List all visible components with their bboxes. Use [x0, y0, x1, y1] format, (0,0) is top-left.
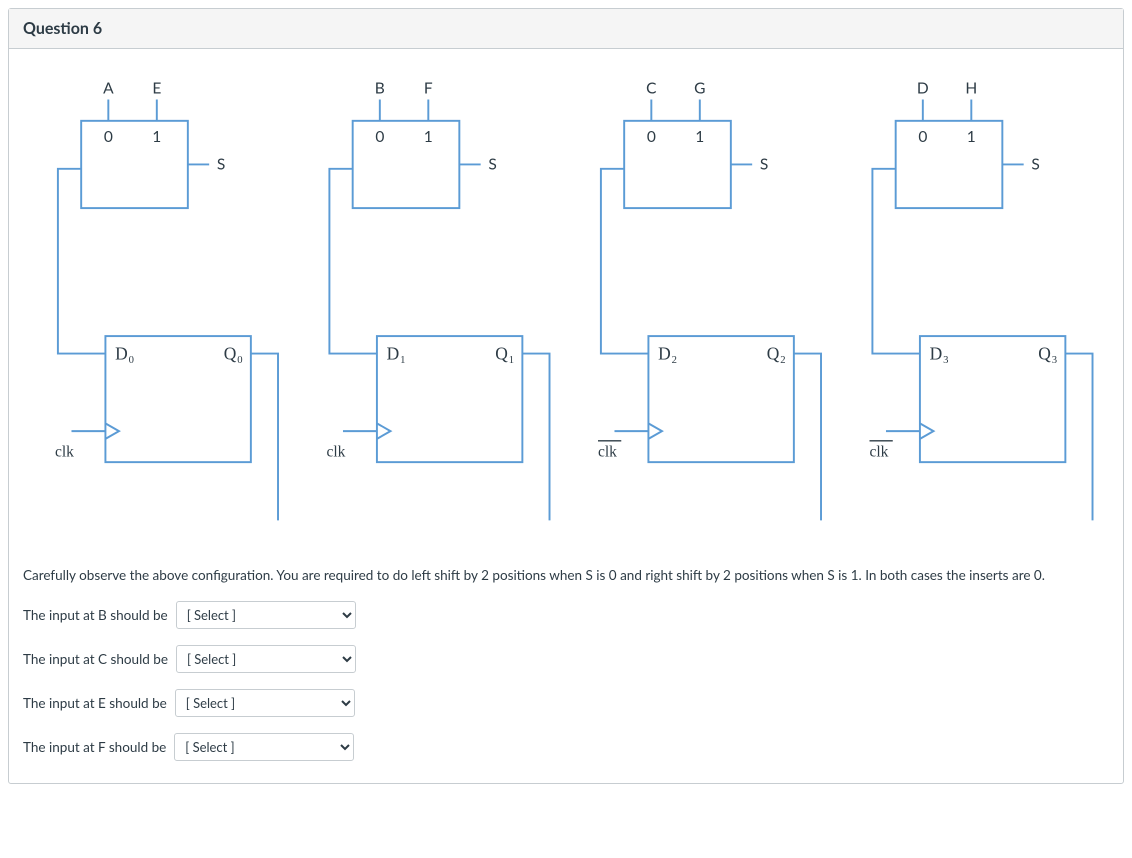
select-c[interactable]: [ Select ] — [176, 645, 356, 673]
prompt-c-label: The input at C should be — [23, 651, 168, 667]
mux-in0: 0 — [375, 128, 384, 146]
wire-q-out — [794, 354, 821, 521]
mux-sel: S — [217, 155, 225, 173]
mux-box — [353, 121, 460, 208]
wire-q-out — [522, 354, 549, 521]
ff-d-sub: 1 — [400, 355, 405, 366]
clk-triangle-icon — [920, 423, 934, 439]
clk-triangle-icon — [377, 423, 391, 439]
mux-sel: S — [488, 155, 496, 173]
mux-in0: 0 — [104, 128, 113, 146]
ff-q-sub: 1 — [509, 355, 514, 366]
ff-d-label: D — [658, 343, 671, 363]
ff-q-sub: 3 — [1052, 355, 1057, 366]
select-e[interactable]: [ Select ] — [175, 689, 355, 717]
mux-top-b: E — [152, 80, 161, 98]
prompt-row-e: The input at E should be [ Select ] — [23, 689, 1109, 717]
mux-in1: 1 — [967, 128, 976, 146]
ff-q-sub: 2 — [780, 355, 785, 366]
mux-top-b: H — [965, 80, 977, 98]
mux-box — [896, 121, 1003, 208]
ff-d-sub: 2 — [672, 355, 677, 366]
mux-sel: S — [1031, 155, 1039, 173]
stage-3: DH01SD3Q3clk — [869, 80, 1092, 521]
prompt-f-label: The input at F should be — [23, 739, 166, 755]
prompt-row-c: The input at C should be [ Select ] — [23, 645, 1109, 673]
ff-q-label: Q — [1038, 343, 1051, 363]
ff-clk-label: clk — [598, 443, 617, 460]
select-b[interactable]: [ Select ] — [176, 601, 356, 629]
prompt-e-label: The input at E should be — [23, 695, 167, 711]
stage-2: CG01SD2Q2clk — [598, 80, 821, 521]
mux-top-a: C — [646, 80, 657, 98]
ff-clk-label: clk — [869, 443, 888, 460]
ff-clk-label: clk — [326, 443, 345, 460]
ff-d-sub: 3 — [943, 355, 948, 366]
mux-in1: 1 — [695, 128, 704, 146]
select-f[interactable]: [ Select ] — [174, 733, 354, 761]
wire-q-out — [1065, 354, 1092, 521]
mux-box — [624, 121, 731, 208]
mux-in0: 0 — [647, 128, 656, 146]
mux-top-a: B — [375, 80, 385, 98]
ff-d-sub: 0 — [129, 355, 134, 366]
stage-0: AE01SD0Q0clk — [55, 80, 278, 521]
ff-q-label: Q — [224, 343, 237, 363]
prompt-b-label: The input at B should be — [23, 607, 168, 623]
mux-top-b: F — [424, 80, 433, 98]
prompt-row-f: The input at F should be [ Select ] — [23, 733, 1109, 761]
stage-1: BF01SD1Q1clk — [326, 80, 549, 521]
prompt-row-b: The input at B should be [ Select ] — [23, 601, 1109, 629]
mux-top-a: D — [917, 80, 929, 98]
mux-in0: 0 — [918, 128, 927, 146]
ff-clk-label: clk — [55, 443, 74, 460]
mux-in1: 1 — [152, 128, 161, 146]
mux-top-a: A — [103, 80, 114, 98]
wire-q-out — [251, 354, 278, 521]
mux-sel: S — [760, 155, 768, 173]
clk-triangle-icon — [648, 423, 662, 439]
mux-box — [81, 121, 188, 208]
ff-q-label: Q — [495, 343, 508, 363]
ff-d-label: D — [930, 343, 943, 363]
instruction-text: Carefully observe the above configuratio… — [23, 566, 1109, 585]
question-body: .box { fill:none; stroke:#5b9bd5; stroke… — [9, 49, 1123, 783]
mux-in1: 1 — [424, 128, 433, 146]
mux-top-b: G — [694, 80, 705, 98]
ff-q-sub: 0 — [237, 355, 242, 366]
clk-triangle-icon — [105, 423, 119, 439]
circuit-diagram: .box { fill:none; stroke:#5b9bd5; stroke… — [23, 67, 1109, 547]
ff-d-label: D — [387, 343, 400, 363]
question-title: Question 6 — [9, 9, 1123, 49]
ff-q-label: Q — [767, 343, 780, 363]
ff-d-label: D — [115, 343, 128, 363]
question-card: Question 6 .box { fill:none; stroke:#5b9… — [8, 8, 1124, 784]
